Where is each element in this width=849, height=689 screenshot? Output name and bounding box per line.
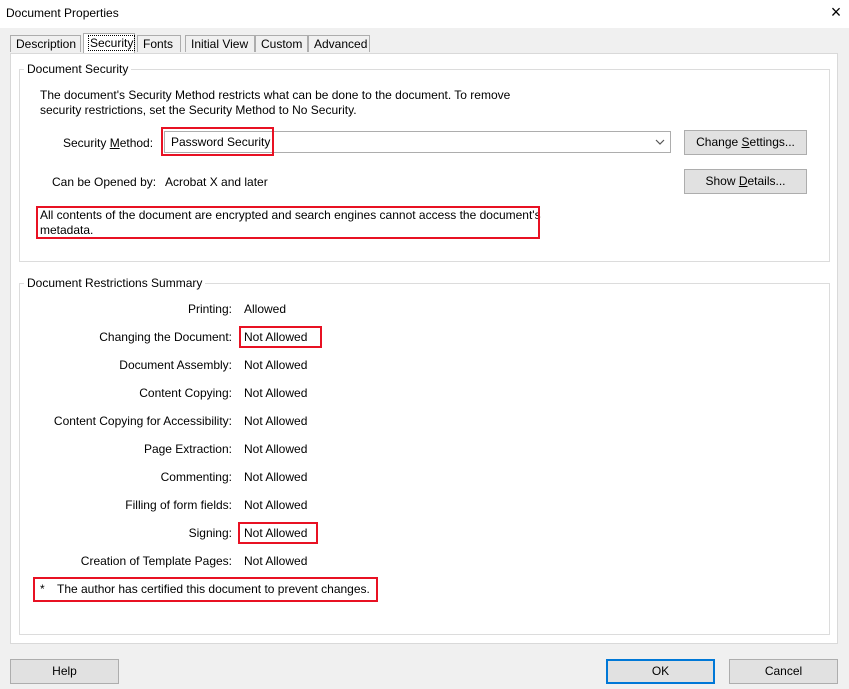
restriction-label: Content Copying for Accessibility: bbox=[53, 414, 232, 428]
security-method-label-mnemonic: M bbox=[109, 136, 120, 150]
window-title: Document Properties bbox=[6, 6, 119, 20]
restriction-label: Commenting: bbox=[160, 470, 232, 484]
tab-custom-label: Custom bbox=[261, 37, 303, 51]
tab-advanced[interactable]: Advanced bbox=[308, 35, 370, 52]
highlight-security-method bbox=[161, 127, 274, 156]
ok-button[interactable]: OK bbox=[606, 659, 715, 684]
restriction-label: Content Copying: bbox=[139, 386, 232, 400]
tab-initial-view[interactable]: Initial View bbox=[185, 35, 255, 52]
title-bar bbox=[0, 0, 849, 28]
restriction-value: Not Allowed bbox=[244, 470, 308, 484]
document-security-title: Document Security bbox=[24, 62, 132, 76]
restriction-label: Signing: bbox=[188, 526, 232, 540]
restriction-label: Document Assembly: bbox=[119, 358, 232, 372]
restriction-value: Not Allowed bbox=[244, 358, 308, 372]
tab-security[interactable]: Security bbox=[83, 33, 136, 53]
help-button[interactable]: Help bbox=[10, 659, 119, 684]
restriction-value: Allowed bbox=[244, 302, 287, 316]
restriction-value: Not Allowed bbox=[244, 386, 308, 400]
restriction-label: Changing the Document: bbox=[99, 330, 232, 344]
show-details-button[interactable]: Show Details... bbox=[684, 169, 807, 194]
change-settings-mnemonic: S bbox=[741, 135, 750, 149]
restriction-value: Not Allowed bbox=[244, 554, 308, 568]
highlight-changing-document bbox=[239, 326, 322, 348]
highlight-signing bbox=[238, 522, 318, 544]
highlight-certified-footnote bbox=[33, 577, 378, 602]
close-icon[interactable]: × bbox=[826, 2, 846, 22]
tab-description-label: Description bbox=[16, 37, 77, 51]
tab-fonts[interactable]: Fonts bbox=[137, 35, 181, 52]
restriction-label: Filling of form fields: bbox=[125, 498, 232, 512]
restriction-label: Page Extraction: bbox=[143, 442, 232, 456]
show-details-label: etails... bbox=[747, 174, 786, 188]
chevron-down-icon bbox=[655, 139, 665, 145]
tab-security-label: Security bbox=[87, 35, 136, 51]
restriction-value: Not Allowed bbox=[244, 498, 308, 512]
restriction-label: Printing: bbox=[187, 302, 232, 316]
change-settings-label: ettings... bbox=[749, 135, 795, 149]
show-details-label: Show bbox=[705, 174, 739, 188]
tab-advanced-label: Advanced bbox=[314, 37, 368, 51]
restrictions-summary-title: Document Restrictions Summary bbox=[24, 276, 206, 290]
tab-description[interactable]: Description bbox=[10, 35, 81, 52]
opened-by-label: Can be Opened by: bbox=[52, 175, 157, 189]
tab-initial-view-label: Initial View bbox=[191, 37, 249, 51]
security-description-line2: security restrictions, set the Security … bbox=[40, 103, 357, 117]
show-details-mnemonic: D bbox=[738, 174, 748, 188]
security-method-label: Security Method: bbox=[63, 136, 153, 150]
tab-custom[interactable]: Custom bbox=[255, 35, 308, 52]
highlight-encryption-note bbox=[36, 206, 540, 239]
change-settings-label: Change bbox=[696, 135, 742, 149]
cancel-button[interactable]: Cancel bbox=[729, 659, 838, 684]
tab-fonts-label: Fonts bbox=[143, 37, 174, 51]
restriction-value: Not Allowed bbox=[244, 414, 308, 428]
opened-by-value: Acrobat X and later bbox=[165, 175, 268, 189]
restriction-value: Not Allowed bbox=[244, 442, 308, 456]
security-method-label-part: ethod: bbox=[119, 136, 154, 150]
security-description-line1: The document's Security Method restricts… bbox=[40, 88, 511, 102]
change-settings-button[interactable]: Change Settings... bbox=[684, 130, 807, 155]
security-method-label-part: Security bbox=[63, 136, 110, 150]
restriction-label: Creation of Template Pages: bbox=[80, 554, 232, 568]
